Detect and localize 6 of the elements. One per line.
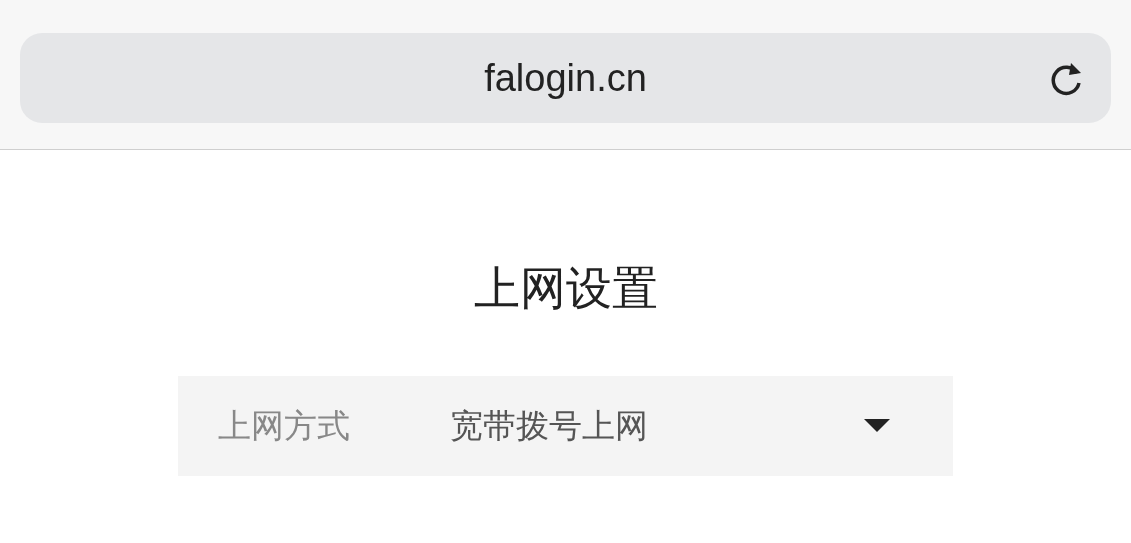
- address-bar[interactable]: falogin.cn: [20, 33, 1111, 123]
- caret-icon: [864, 419, 890, 433]
- page-title: 上网设置: [473, 260, 658, 317]
- connection-type-dropdown[interactable]: 宽带拨号上网: [450, 403, 890, 449]
- field-label: 上网方式: [218, 404, 351, 447]
- url-text: falogin.cn: [484, 56, 647, 100]
